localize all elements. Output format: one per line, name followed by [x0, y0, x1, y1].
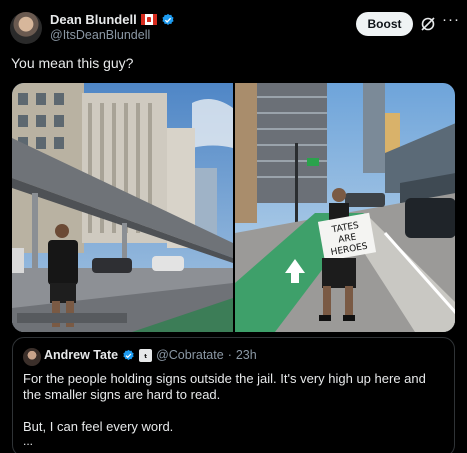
quoted-author-row: Andrew Tate ₜ @Cobratate · 23h	[44, 348, 257, 362]
author-avatar[interactable]	[10, 12, 42, 44]
quoted-author-avatar[interactable]	[23, 348, 41, 366]
verified-badge-icon	[162, 13, 174, 25]
quoted-post[interactable]: Andrew Tate ₜ @Cobratate · 23h For the p…	[12, 337, 455, 453]
quoted-text-ellipsis: ...	[23, 434, 34, 448]
quoted-author-handle[interactable]: @Cobratate	[156, 348, 224, 362]
separator-dot: ·	[227, 348, 232, 362]
quoted-post-time[interactable]: 23h	[236, 348, 257, 362]
quoted-post-text: For the people holding signs outside the…	[23, 371, 443, 451]
author-name-row: Dean Blundell	[50, 12, 175, 27]
more-options-icon[interactable]: ···	[442, 11, 460, 28]
quoted-paragraph-2: But, I can feel every word.	[23, 419, 174, 434]
affiliate-badge-icon: ₜ	[139, 348, 153, 362]
quoted-author-name[interactable]: Andrew Tate	[44, 348, 118, 362]
canada-flag-icon	[140, 14, 157, 25]
post-text: You mean this guy?	[11, 55, 134, 71]
author-handle[interactable]: @ItsDeanBlundell	[50, 28, 150, 42]
quoted-paragraph-1: For the people holding signs outside the…	[23, 371, 426, 402]
media-grid: TATES ARE HEROES	[12, 83, 455, 332]
photo-2[interactable]: TATES ARE HEROES	[234, 83, 455, 332]
photo-1[interactable]	[12, 83, 233, 332]
post-header: Dean Blundell @ItsDeanBlundell Boost ···	[10, 8, 460, 48]
verified-badge-icon	[123, 349, 134, 360]
grok-icon[interactable]	[420, 16, 436, 32]
author-display-name[interactable]: Dean Blundell	[50, 12, 137, 27]
boost-button[interactable]: Boost	[356, 12, 413, 36]
